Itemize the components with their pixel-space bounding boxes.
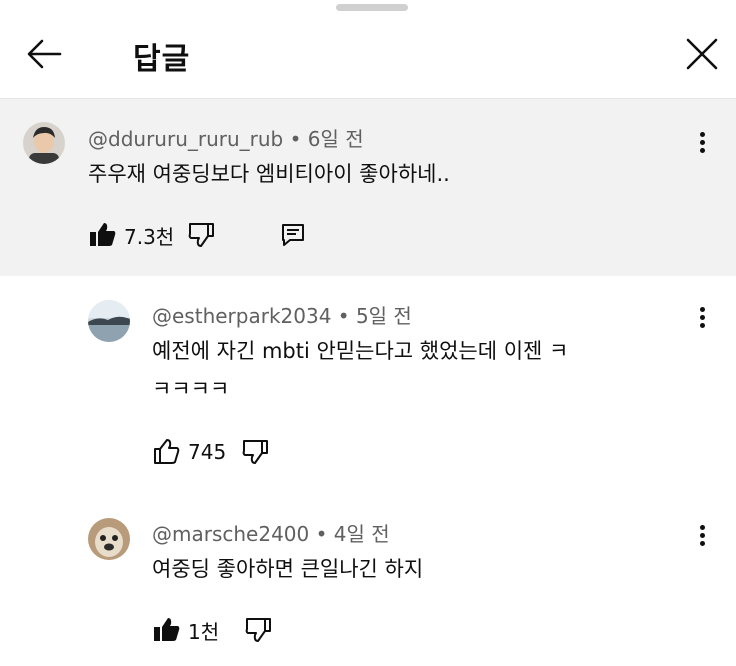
comment-author[interactable]: @ddururu_ruru_rub	[88, 127, 283, 151]
meta-separator: •	[315, 522, 328, 546]
page-title: 답글	[133, 42, 191, 77]
comment-text: 여중딩 좋아하면 큰일나긴 하지	[152, 550, 423, 588]
like-count: 745	[188, 440, 227, 464]
highlighted-comment: @ddururu_ruru_rub • 6일 전 주우재 여중딩보다 엠비티아이…	[0, 99, 736, 276]
comment-actions: 1천	[152, 614, 273, 646]
avatar[interactable]	[88, 518, 130, 560]
more-vertical-icon[interactable]	[692, 129, 712, 163]
thumb-up-outline-icon[interactable]	[152, 437, 182, 467]
thumb-down-outline-icon[interactable]	[186, 220, 216, 250]
comment-meta: @marsche2400 • 4일 전	[152, 518, 390, 547]
comment-time: 4일 전	[333, 522, 390, 546]
comment-actions: 7.3천	[88, 219, 308, 251]
close-icon[interactable]	[682, 34, 722, 74]
thumb-down-outline-icon[interactable]	[240, 437, 270, 467]
comment-author[interactable]: @marsche2400	[152, 522, 309, 546]
reply-comment: @estherpark2034 • 5일 전 예전에 자긴 mbti 안믿는다고…	[0, 288, 736, 478]
reply-comment: @marsche2400 • 4일 전 여중딩 좋아하면 큰일나긴 하지 1천	[0, 506, 736, 666]
meta-separator: •	[337, 304, 350, 328]
more-vertical-icon[interactable]	[692, 522, 712, 556]
comment-text-line: 여중딩 좋아하면 큰일나긴 하지	[152, 557, 424, 581]
meta-separator: •	[289, 127, 302, 151]
comment-text: 예전에 자긴 mbti 안믿는다고 했었는데 이젠 ㅋ ㅋㅋㅋㅋ	[152, 332, 568, 408]
comment-meta: @ddururu_ruru_rub • 6일 전	[88, 123, 364, 152]
back-arrow-icon[interactable]	[24, 36, 64, 72]
like-count: 1천	[188, 619, 220, 644]
thumb-up-filled-icon[interactable]	[88, 220, 118, 250]
comment-text-line: 주우재 여중딩보다 엠비티아이 좋아하네..	[88, 162, 450, 186]
more-vertical-icon[interactable]	[692, 304, 712, 338]
comment-actions: 745	[152, 436, 270, 468]
avatar[interactable]	[23, 122, 65, 164]
thumb-down-outline-icon[interactable]	[243, 615, 273, 645]
comment-author[interactable]: @estherpark2034	[152, 304, 331, 328]
comment-time: 5일 전	[355, 304, 412, 328]
avatar[interactable]	[88, 300, 130, 342]
comment-text-line: 예전에 자긴 mbti 안믿는다고 했었는데 이젠 ㅋ	[152, 339, 569, 363]
header-bar: 답글	[0, 0, 736, 99]
comment-text-line: ㅋㅋㅋㅋ	[152, 377, 230, 401]
like-count: 7.3천	[124, 224, 175, 249]
comment-meta: @estherpark2034 • 5일 전	[152, 300, 412, 329]
comment-time: 6일 전	[307, 127, 364, 151]
comment-text: 주우재 여중딩보다 엠비티아이 좋아하네..	[88, 155, 450, 193]
thumb-up-filled-icon[interactable]	[152, 615, 182, 645]
reply-icon[interactable]	[278, 220, 308, 250]
